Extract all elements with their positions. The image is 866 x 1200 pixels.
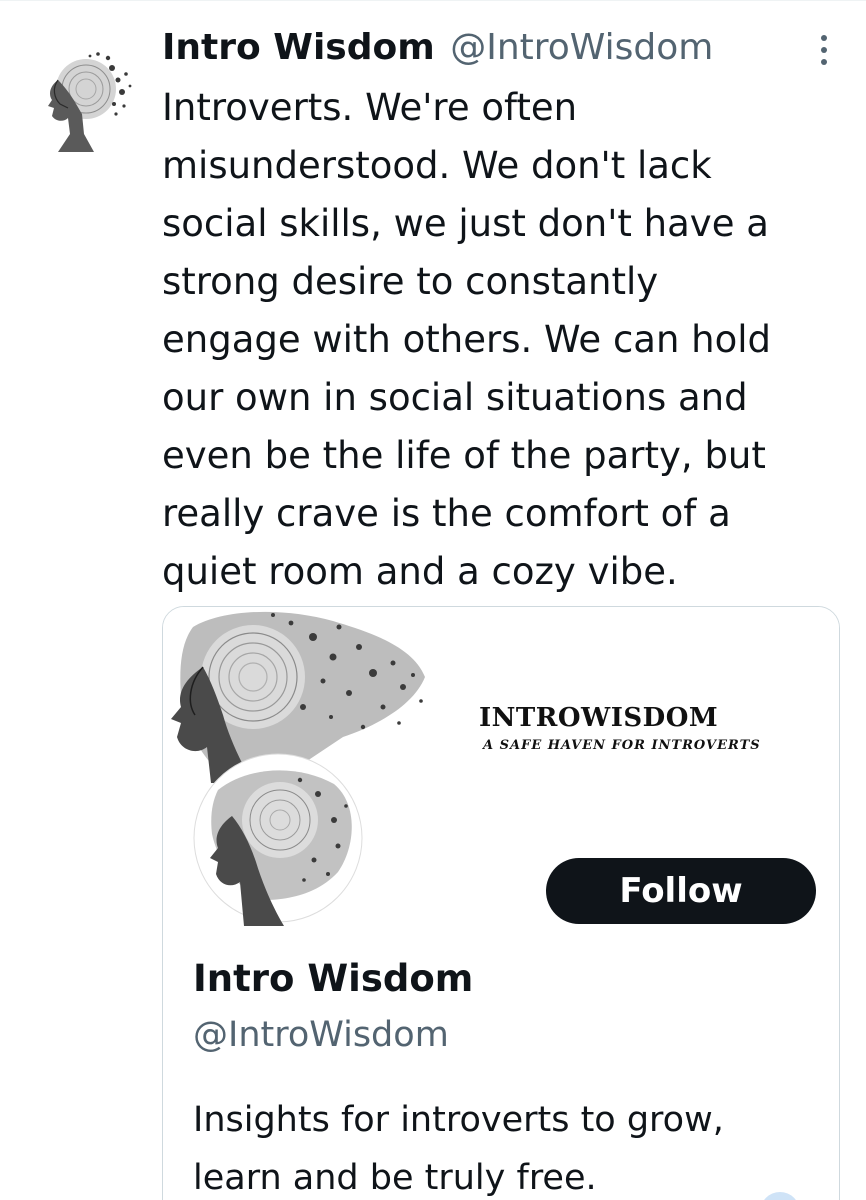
tweet-text-line: engage with others. We can hold [162,318,772,361]
profile-banner: INTROWISDOM A SAFE HAVEN FOR INTROVERTS … [163,607,839,937]
follow-button[interactable]: Follow [546,858,816,924]
avatar-image [48,52,132,152]
banner-title: INTROWISDOM [479,703,719,733]
card-bio-line: learn and be truly free. [193,1158,597,1198]
profile-card[interactable]: INTROWISDOM A SAFE HAVEN FOR INTROVERTS … [162,606,840,1200]
card-bio-line: Insights for introverts to grow, [193,1100,724,1140]
tweet-text-line: social skills, we just don't have a [162,202,769,245]
dot [821,35,827,41]
tweet-text: Introverts. We're often misunderstood. W… [162,79,842,601]
author-name[interactable]: Intro Wisdom [162,27,435,68]
more-vertical-icon[interactable] [811,32,837,68]
tweet-text-line: strong desire to constantly [162,260,659,303]
tweet-text-line: misunderstood. We don't lack [162,144,712,187]
dot [821,47,827,53]
banner-tagline: A SAFE HAVEN FOR INTROVERTS [483,738,761,753]
tweet-header: Intro Wisdom @IntroWisdom [162,26,713,70]
tweet-text-line: really crave is the comfort of a [162,492,731,535]
tweet-text-line: quiet room and a cozy vibe. [162,550,678,593]
tweet-text-line: Introverts. We're often [162,86,578,129]
tweet-text-line: even be the life of the party, but [162,434,766,477]
avatar[interactable] [14,34,138,158]
card-bio: Insights for introverts to grow, learn a… [193,1091,823,1200]
dot [821,59,827,65]
card-display-name[interactable]: Intro Wisdom [193,957,473,1000]
banner-figure-small [188,750,363,930]
card-handle[interactable]: @IntroWisdom [193,1015,449,1055]
top-divider [0,0,866,1]
tweet-text-line: our own in social situations and [162,376,748,419]
author-handle[interactable]: @IntroWisdom [450,27,713,68]
